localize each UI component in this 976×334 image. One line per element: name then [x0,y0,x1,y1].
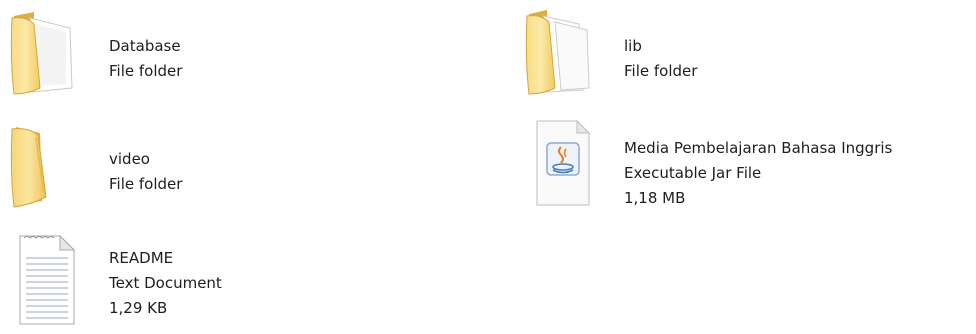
file-name: Database [109,37,181,55]
folder-with-documents-icon [515,0,611,104]
file-type: File folder [109,175,183,193]
file-type: Text Document [109,274,222,292]
file-type: File folder [109,62,183,80]
file-name: lib [624,37,642,55]
folder-with-document-icon [0,0,96,104]
file-item-text: Database File folder [109,34,182,84]
text-document-icon [0,228,96,332]
file-name: video [109,150,150,168]
file-item-text: video File folder [109,147,182,197]
file-item-text: README Text Document 1,29 KB [109,246,222,321]
file-item-text: lib File folder [624,34,697,84]
file-type: Executable Jar File [624,164,762,182]
file-name: Media Pembelajaran Bahasa Inggris [624,139,893,157]
file-item-video[interactable]: video File folder [0,113,450,217]
file-item-database[interactable]: Database File folder [0,0,450,104]
file-item-text: Media Pembelajaran Bahasa Inggris Execut… [624,136,892,211]
file-size: 1,29 KB [109,299,168,317]
folder-icon [0,113,96,217]
java-jar-file-icon [515,113,611,217]
file-size: 1,18 MB [624,189,686,207]
file-type: File folder [624,62,698,80]
file-item-readme[interactable]: README Text Document 1,29 KB [0,228,450,332]
file-item-jar[interactable]: Media Pembelajaran Bahasa Inggris Execut… [515,113,965,217]
file-item-lib[interactable]: lib File folder [515,0,965,104]
file-list-view: Database File folder lib File folder vid… [0,0,976,334]
file-name: README [109,249,174,267]
